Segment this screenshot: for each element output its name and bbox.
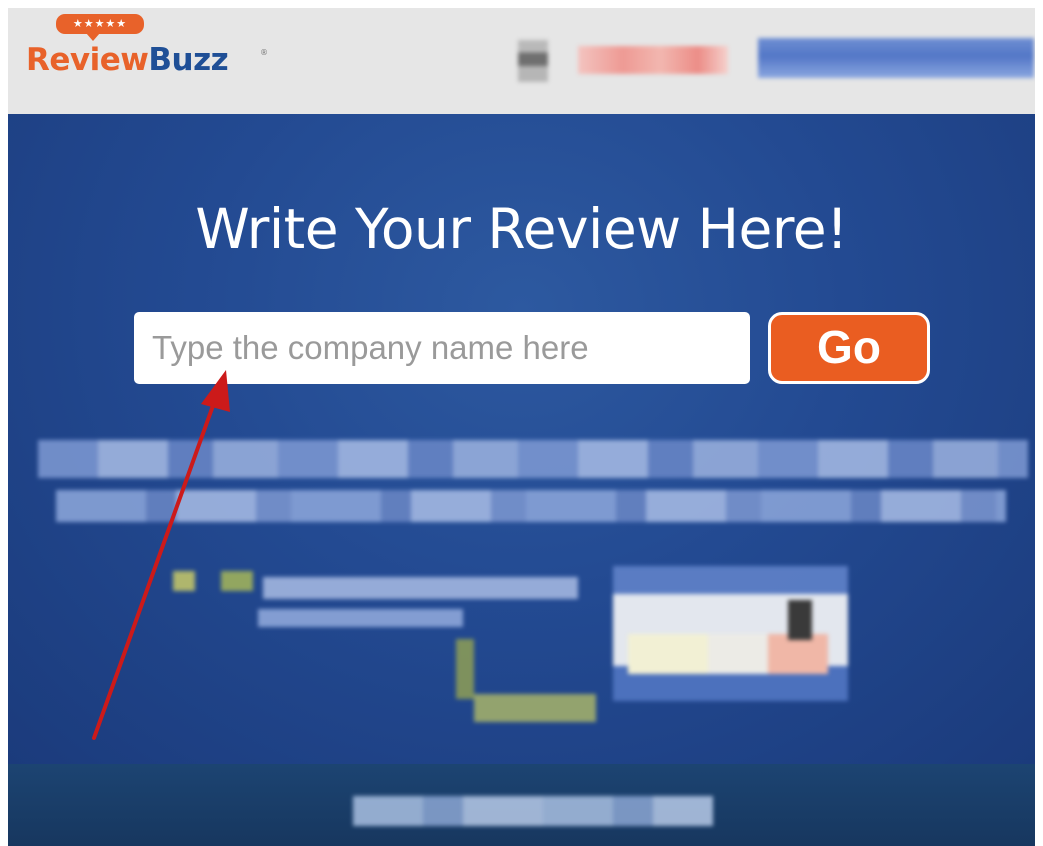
redacted-footer-link[interactable] [353, 796, 713, 826]
rating-stars-badge: ★★★★★ [56, 14, 144, 41]
logo-wordmark: ReviewBuzz [26, 42, 229, 78]
redacted-illustration-text [173, 559, 578, 639]
nav-link-redacted[interactable] [578, 46, 728, 74]
redacted-description-line-1 [38, 440, 1028, 478]
hero-title: Write Your Review Here! [195, 197, 848, 261]
company-search-input[interactable] [134, 312, 750, 384]
logo-word-buzz: Buzz [148, 42, 229, 78]
logo-word-review: Review [26, 42, 149, 78]
nav-button-redacted[interactable] [758, 38, 1034, 78]
go-button[interactable]: Go [768, 312, 930, 384]
registered-trademark-mark: ® [260, 48, 268, 57]
redacted-description-line-2 [56, 490, 1006, 522]
page-frame: ★★★★★ ReviewBuzz ® Write Your Review Her… [8, 8, 1035, 846]
redacted-illustration-card-content [628, 634, 828, 674]
redacted-illustration-connector [456, 639, 616, 729]
site-header: ★★★★★ ReviewBuzz ® [8, 8, 1035, 114]
reviewbuzz-logo[interactable]: ★★★★★ ReviewBuzz ® [26, 14, 268, 94]
nav-icon-redacted[interactable] [518, 40, 548, 82]
redacted-illustration-card-marker [788, 600, 812, 640]
hero-section: Write Your Review Here! Go [8, 114, 1035, 764]
footer-band [8, 764, 1035, 846]
